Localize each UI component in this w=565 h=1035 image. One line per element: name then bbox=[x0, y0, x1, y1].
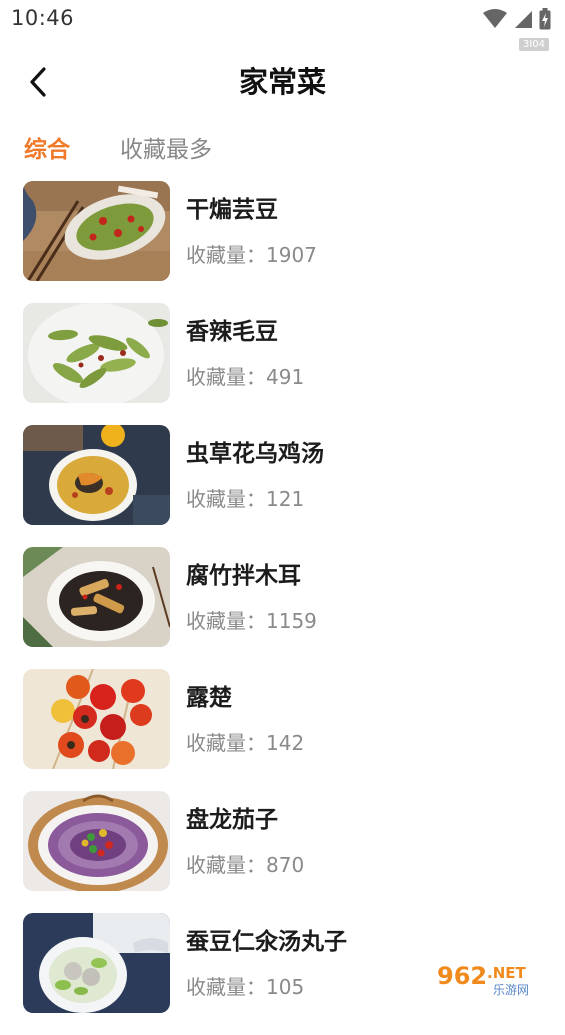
recipe-image bbox=[23, 425, 170, 525]
status-bar: 10:46 3I04 bbox=[0, 0, 565, 51]
nav-bar: 家常菜 bbox=[0, 52, 565, 112]
tab-comprehensive[interactable]: 综合 bbox=[24, 132, 70, 168]
recipe-image bbox=[23, 181, 170, 281]
list-item[interactable]: 盘龙茄子 收藏量：870 bbox=[0, 791, 565, 913]
recipe-image bbox=[23, 791, 170, 891]
svg-text:962: 962 bbox=[437, 962, 487, 990]
favorite-count: 收藏量：142 bbox=[186, 731, 305, 755]
recipe-name: 干煸芸豆 bbox=[186, 197, 278, 223]
tab-most-favorited[interactable]: 收藏最多 bbox=[120, 132, 212, 168]
list-item[interactable]: 露楚 收藏量：142 bbox=[0, 669, 565, 791]
favorite-count: 收藏量：121 bbox=[186, 487, 305, 511]
svg-text:乐游网: 乐游网 bbox=[493, 983, 529, 997]
recipe-image bbox=[23, 547, 170, 647]
favorite-count: 收藏量：1907 bbox=[186, 243, 317, 267]
list-item[interactable]: 虫草花乌鸡汤 收藏量：121 bbox=[0, 425, 565, 547]
page-title: 家常菜 bbox=[238, 65, 326, 99]
recipe-image bbox=[23, 303, 170, 403]
status-icons bbox=[483, 8, 551, 30]
tab-bar: 综合 收藏最多 bbox=[24, 130, 212, 170]
favorite-count: 收藏量：491 bbox=[186, 365, 305, 389]
favorite-count: 收藏量：870 bbox=[186, 853, 305, 877]
svg-text:.NET: .NET bbox=[487, 964, 526, 982]
list-item[interactable]: 香辣毛豆 收藏量：491 bbox=[0, 303, 565, 425]
list-item[interactable]: 干煸芸豆 收藏量：1907 bbox=[0, 181, 565, 303]
cellular-signal-icon bbox=[515, 11, 532, 28]
recipe-image bbox=[23, 913, 170, 1013]
list-item[interactable]: 腐竹拌木耳 收藏量：1159 bbox=[0, 547, 565, 669]
recipe-name: 腐竹拌木耳 bbox=[186, 563, 301, 589]
wifi-icon bbox=[483, 9, 507, 28]
watermark-logo: 962 .NET 乐游网 bbox=[429, 954, 559, 1000]
recipe-name: 香辣毛豆 bbox=[186, 319, 278, 345]
recipe-name: 蚕豆仁氽汤丸子 bbox=[186, 929, 347, 955]
status-time: 10:46 bbox=[11, 6, 75, 30]
favorite-count: 收藏量：1159 bbox=[186, 609, 317, 633]
recipe-list: 干煸芸豆 收藏量：1907 香辣毛豆 收藏量：491 虫草花乌鸡汤 收藏量：12… bbox=[0, 181, 565, 1035]
recipe-name: 盘龙茄子 bbox=[186, 807, 278, 833]
battery-icon bbox=[539, 8, 551, 30]
recipe-name: 露楚 bbox=[186, 685, 232, 711]
status-tag: 3I04 bbox=[518, 38, 549, 51]
recipe-image bbox=[23, 669, 170, 769]
recipe-name: 虫草花乌鸡汤 bbox=[186, 441, 324, 467]
favorite-count: 收藏量：105 bbox=[186, 975, 305, 999]
